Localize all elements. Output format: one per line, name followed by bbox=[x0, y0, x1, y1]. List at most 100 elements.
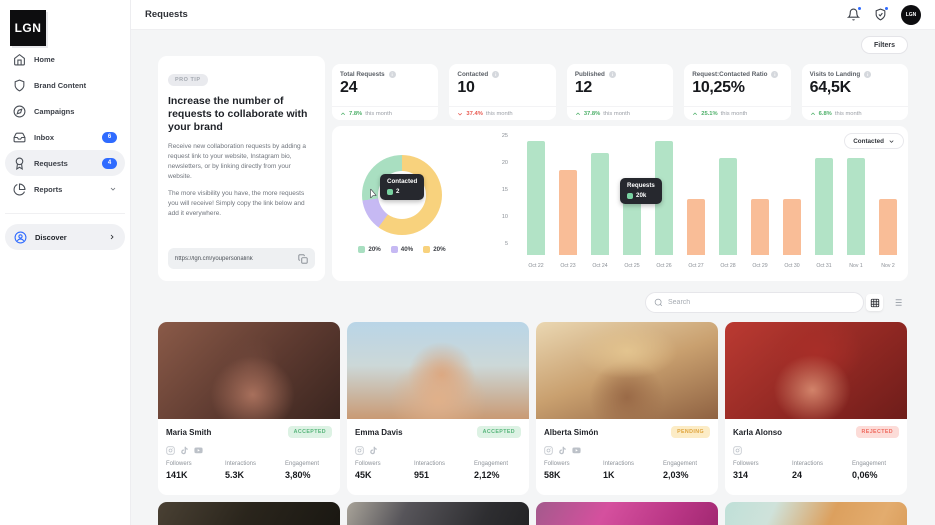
filters-button[interactable]: Filters bbox=[861, 36, 908, 54]
list-icon bbox=[892, 297, 903, 308]
pro-tip-card: PRO TIP Increase the number of requests … bbox=[158, 56, 325, 281]
x-tick: Oct 23 bbox=[552, 263, 584, 269]
instagram-icon[interactable] bbox=[166, 446, 175, 455]
legend-item: 40% bbox=[391, 246, 413, 253]
award-icon bbox=[13, 157, 26, 170]
bar-oct-22[interactable] bbox=[527, 141, 545, 255]
instagram-icon[interactable] bbox=[544, 446, 553, 455]
x-tick: Oct 25 bbox=[616, 263, 648, 269]
sidebar-item-label: Requests bbox=[34, 159, 102, 168]
bar-oct-28[interactable] bbox=[719, 158, 737, 255]
sidebar-item-inbox[interactable]: Inbox 6 bbox=[5, 124, 125, 150]
trend-suffix: this month bbox=[603, 111, 630, 117]
influencer-name: Emma Davis bbox=[355, 428, 403, 437]
search-input[interactable] bbox=[668, 299, 855, 306]
sidebar-item-home[interactable]: Home bbox=[5, 46, 125, 72]
info-icon[interactable]: i bbox=[609, 71, 616, 78]
youtube-icon[interactable] bbox=[194, 446, 203, 455]
shield-check-icon[interactable] bbox=[874, 8, 887, 21]
inbox-icon bbox=[13, 131, 26, 144]
photo-thumbnail[interactable] bbox=[347, 502, 529, 525]
trend-up-icon bbox=[692, 111, 698, 117]
sidebar-item-discover[interactable]: Discover bbox=[5, 224, 125, 250]
stat-value: 12 bbox=[575, 79, 665, 97]
bar-tooltip: Requests 20k bbox=[620, 178, 662, 204]
photo-thumbnail[interactable] bbox=[725, 502, 907, 525]
bar-nov-1[interactable] bbox=[847, 158, 865, 255]
tiktok-icon[interactable] bbox=[369, 446, 378, 455]
main-content: Filters PRO TIP Increase the number of r… bbox=[131, 30, 935, 525]
sidebar-item-label: Reports bbox=[34, 185, 109, 194]
x-tick: Nov 1 bbox=[840, 263, 872, 269]
youtube-icon[interactable] bbox=[572, 446, 581, 455]
sidebar-item-label: Discover bbox=[35, 233, 108, 242]
interactions-value: 5.3K bbox=[225, 470, 285, 480]
sidebar-item-brand-content[interactable]: Brand Content bbox=[5, 72, 125, 98]
copy-icon[interactable] bbox=[298, 254, 308, 264]
x-tick: Oct 30 bbox=[776, 263, 808, 269]
count-badge: 6 bbox=[102, 132, 117, 143]
stat-card-published: Published i 12 37.8% this month bbox=[567, 64, 673, 120]
influencer-card-emma-davis[interactable]: Emma Davis ACCEPTED Followers 45K Intera… bbox=[347, 322, 529, 495]
sidebar-item-reports[interactable]: Reports bbox=[5, 176, 125, 202]
influencer-photo bbox=[347, 322, 529, 419]
influencer-photo bbox=[158, 322, 340, 419]
info-icon[interactable]: i bbox=[389, 71, 396, 78]
chart-metric-dropdown[interactable]: Contacted bbox=[844, 133, 904, 149]
sidebar: LGN Home Brand Content Campaigns Inbox 6… bbox=[0, 0, 131, 525]
bar-oct-24[interactable] bbox=[591, 153, 609, 255]
compass-icon bbox=[13, 105, 26, 118]
info-icon[interactable]: i bbox=[771, 71, 778, 78]
interactions-value: 951 bbox=[414, 470, 474, 480]
bar-nov-2[interactable] bbox=[879, 199, 897, 255]
bar-chart: Oct 22 Oct 23 Oct 24 Oct 25 Oct 26 Oct 2… bbox=[520, 136, 904, 260]
interactions-value: 1K bbox=[603, 470, 663, 480]
sidebar-item-label: Campaigns bbox=[34, 107, 117, 116]
info-icon[interactable]: i bbox=[492, 71, 499, 78]
home-icon bbox=[13, 53, 26, 66]
sidebar-item-campaigns[interactable]: Campaigns bbox=[5, 98, 125, 124]
info-icon[interactable]: i bbox=[864, 71, 871, 78]
instagram-icon[interactable] bbox=[355, 446, 364, 455]
tiktok-icon[interactable] bbox=[558, 446, 567, 455]
trend-up-icon bbox=[575, 111, 581, 117]
photo-thumbnail[interactable] bbox=[536, 502, 718, 525]
stat-label: Contacted bbox=[457, 71, 488, 78]
stat-label: Visits to Landing bbox=[810, 71, 861, 78]
influencer-card-karla-alonso[interactable]: Karla Alonso REJECTED Followers 314 Inte… bbox=[725, 322, 907, 495]
avatar[interactable]: LGN bbox=[901, 5, 921, 25]
grid-view-button[interactable] bbox=[866, 294, 883, 311]
influencer-card-alberta-sim-n[interactable]: Alberta Simón PENDING Followers 58K Inte… bbox=[536, 322, 718, 495]
influencer-card-maria-smith[interactable]: Maria Smith ACCEPTED Followers 141K Inte… bbox=[158, 322, 340, 495]
pro-tip-badge: PRO TIP bbox=[168, 74, 208, 86]
status-badge: PENDING bbox=[671, 426, 710, 438]
bar-oct-30[interactable] bbox=[783, 199, 801, 255]
sidebar-item-requests[interactable]: Requests 4 bbox=[5, 150, 125, 176]
app-logo: LGN bbox=[10, 10, 46, 46]
list-view-button[interactable] bbox=[889, 294, 906, 311]
bar-chart-y-axis: 252015105 bbox=[492, 126, 508, 266]
status-badge: REJECTED bbox=[856, 426, 899, 438]
photo-thumbnail[interactable] bbox=[158, 502, 340, 525]
bar-oct-29[interactable] bbox=[751, 199, 769, 255]
bar-oct-23[interactable] bbox=[559, 170, 577, 255]
stat-label: Request:Contacted Ratio bbox=[692, 71, 767, 78]
trend-percent: 37.8% bbox=[584, 111, 600, 117]
y-tick: 15 bbox=[502, 187, 508, 193]
notifications-bell-icon[interactable] bbox=[847, 8, 860, 21]
sidebar-item-label: Inbox bbox=[34, 133, 102, 142]
tiktok-icon[interactable] bbox=[180, 446, 189, 455]
search-bar bbox=[645, 292, 864, 313]
legend-swatch bbox=[358, 246, 365, 253]
tooltip-label: Requests bbox=[627, 182, 655, 189]
personal-link-input[interactable] bbox=[175, 256, 298, 262]
trend-up-icon bbox=[810, 111, 816, 117]
bar-oct-31[interactable] bbox=[815, 158, 833, 255]
bar-oct-27[interactable] bbox=[687, 199, 705, 255]
followers-label: Followers bbox=[733, 461, 792, 467]
legend-item: 20% bbox=[358, 246, 380, 253]
legend-label: 40% bbox=[401, 246, 413, 253]
search-icon bbox=[654, 298, 663, 307]
legend-item: 20% bbox=[423, 246, 445, 253]
instagram-icon[interactable] bbox=[733, 446, 742, 455]
